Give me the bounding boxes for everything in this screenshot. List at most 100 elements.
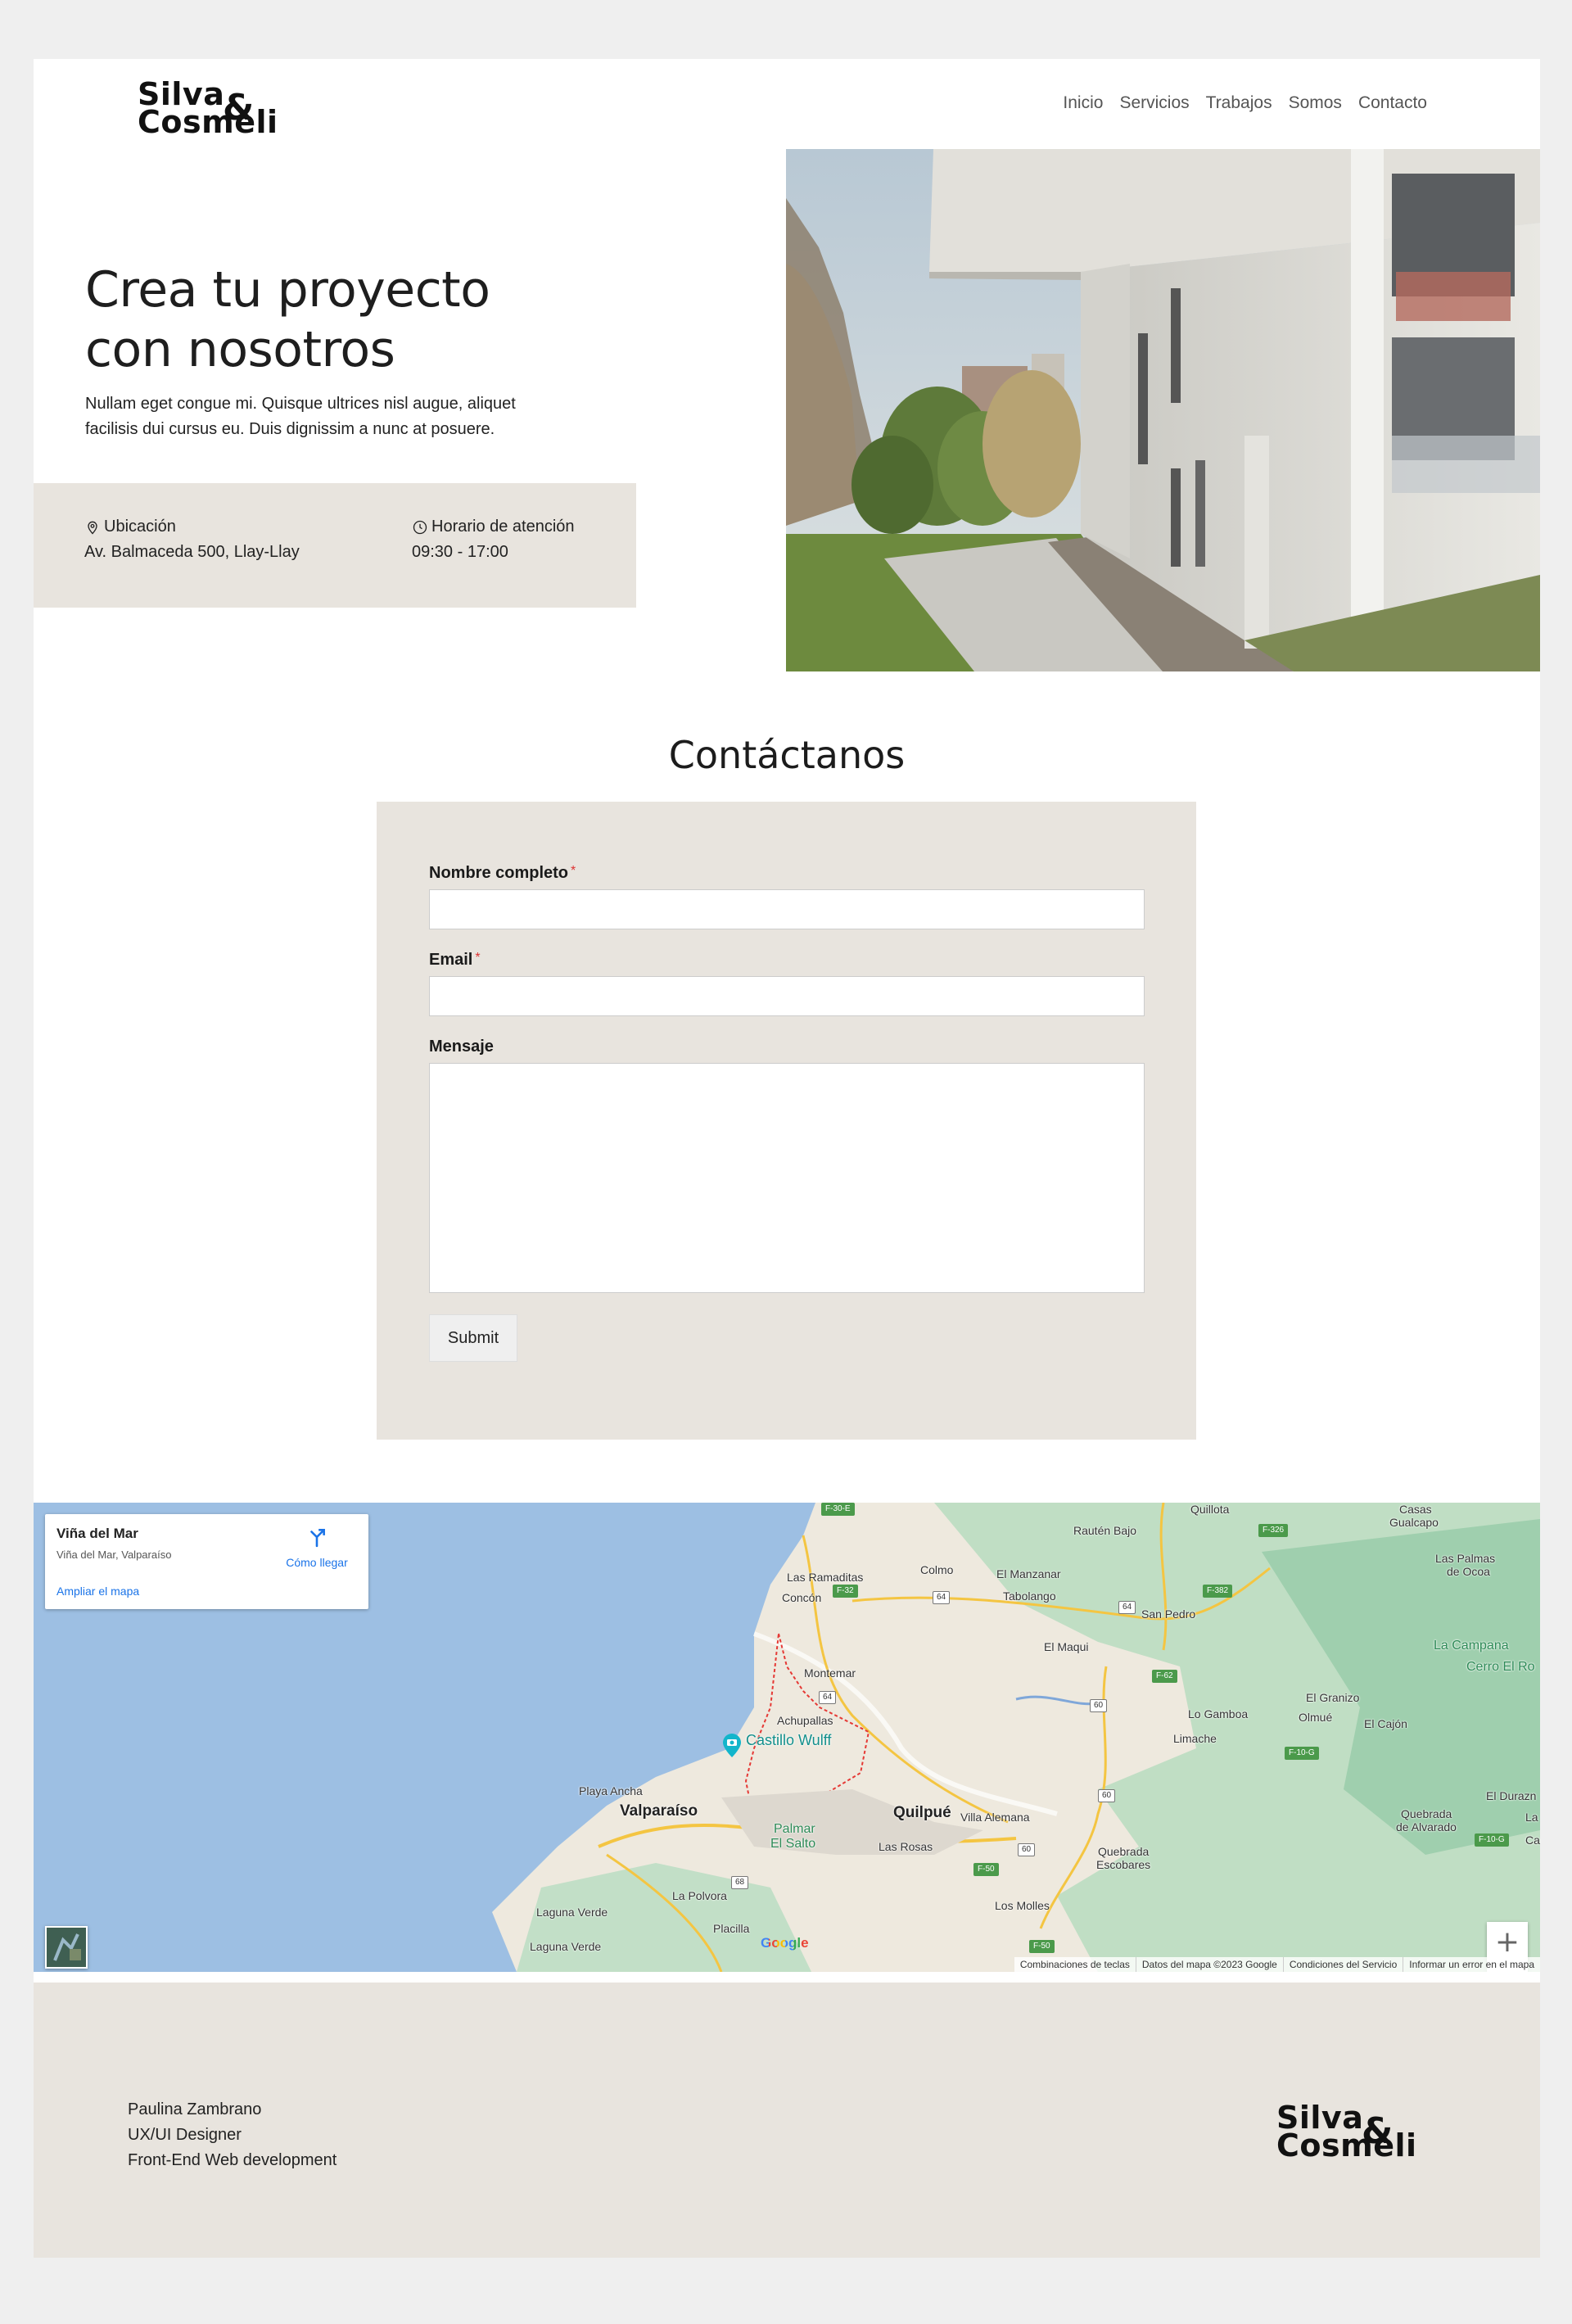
map-label: Montemar (804, 1666, 856, 1680)
map-enlarge-link[interactable]: Ampliar el mapa (56, 1585, 139, 1598)
directions-icon (310, 1529, 325, 1548)
map-label: El Granizo (1306, 1691, 1360, 1704)
header-logo[interactable]: Silva & Cosmeli (138, 79, 278, 140)
name-field[interactable] (429, 889, 1145, 929)
map-label: Los Molles (995, 1899, 1050, 1912)
road-shield: F-62 (1152, 1670, 1177, 1683)
map-label: Quebrada (1098, 1845, 1150, 1858)
message-field[interactable] (429, 1063, 1145, 1293)
map-label: Valparaíso (620, 1802, 698, 1820)
main-nav: Inicio Servicios Trabajos Somos Contacto (1063, 93, 1427, 113)
nav-item-somos[interactable]: Somos (1289, 93, 1342, 113)
message-label: Mensaje (429, 1038, 494, 1056)
road-shield: F-32 (833, 1585, 858, 1598)
hours-value: 09:30 - 17:00 (412, 543, 508, 561)
map-label: El Maqui (1044, 1640, 1089, 1653)
map-label: El Manzanar (996, 1567, 1061, 1580)
map-label: Quebrada (1401, 1807, 1452, 1820)
footer-logo[interactable]: Silva & Cosmeli (1276, 2102, 1417, 2163)
map-attribution-bar: Combinaciones de teclas Datos del mapa ©… (1014, 1957, 1540, 1972)
map-label: Olmué (1299, 1711, 1333, 1724)
google-logo-text: Google (761, 1935, 809, 1951)
required-mark: * (475, 951, 481, 965)
map-label: Cerro El Ro (1466, 1660, 1535, 1674)
map-keyboard-shortcuts-link[interactable]: Combinaciones de teclas (1014, 1957, 1136, 1972)
map-label: Ca (1525, 1833, 1540, 1847)
road-shield: 64 (933, 1591, 951, 1604)
email-label: Email * (429, 951, 481, 970)
castillo-marker-icon[interactable] (721, 1732, 743, 1758)
location-label: Ubicación (104, 518, 176, 536)
name-label: Nombre completo * (429, 864, 576, 883)
clock-icon (413, 520, 427, 534)
page: Silva & Cosmeli Inicio Servicios Trabajo… (34, 59, 1540, 2258)
map-label: Limache (1173, 1732, 1217, 1745)
footer-role-2: Front-End Web development (128, 2151, 337, 2169)
submit-button[interactable]: Submit (429, 1314, 517, 1362)
footer-credits: Paulina Zambrano UX/UI Designer Front-En… (128, 2097, 337, 2173)
message-label-text: Mensaje (429, 1038, 494, 1056)
map-label: Colmo (920, 1563, 954, 1576)
map-place-name: Viña del Mar (56, 1526, 138, 1541)
hours-info: Horario de atención 09:30 - 17:00 (412, 514, 575, 565)
road-shield: 60 (1018, 1843, 1036, 1856)
contact-form: Nombre completo * Email * Mensaje Submit (377, 802, 1196, 1440)
map-label: Gualcapo (1389, 1516, 1439, 1529)
map-label: La Polvora (672, 1889, 727, 1902)
map-label: El Cajón (1364, 1717, 1407, 1730)
road-shield: 60 (1098, 1789, 1116, 1802)
map-label: Achupallas (777, 1714, 833, 1727)
embedded-map[interactable]: Viña del Mar Viña del Mar, Valparaíso Am… (34, 1503, 1540, 1972)
map-terms-link[interactable]: Condiciones del Servicio (1282, 1957, 1403, 1972)
hero-description: Nullam eget congue mi. Quisque ultrices … (85, 395, 516, 438)
map-label: San Pedro (1141, 1607, 1196, 1621)
map-label: Castillo Wulff (746, 1732, 832, 1748)
map-label: Quillota (1190, 1503, 1230, 1516)
road-shield: F-30-E (821, 1503, 855, 1516)
road-shield: 64 (1118, 1601, 1136, 1614)
map-label: Rautén Bajo (1073, 1524, 1137, 1537)
satellite-thumbnail-icon (47, 1928, 86, 1967)
map-satellite-toggle[interactable] (45, 1926, 88, 1969)
map-label: Escobares (1096, 1858, 1151, 1871)
road-shield: 60 (1090, 1699, 1108, 1712)
map-label: de Ocoa (1447, 1565, 1490, 1578)
nav-item-contacto[interactable]: Contacto (1358, 93, 1427, 113)
logo-line2: Cosmeli (1276, 2127, 1417, 2163)
map-label: Playa Ancha (579, 1784, 643, 1797)
hero-title: Crea tu proyecto con nosotros (85, 260, 576, 380)
hero-title-line1: Crea tu proyecto (85, 261, 490, 319)
map-label: Villa Alemana (960, 1811, 1030, 1824)
map-label: de Alvarado (1396, 1820, 1457, 1833)
map-label: Laguna Verde (530, 1940, 602, 1953)
map-directions-button[interactable]: Cómo llegar (276, 1526, 358, 1569)
nav-item-trabajos[interactable]: Trabajos (1206, 93, 1272, 113)
road-shield: F-10-G (1285, 1747, 1319, 1760)
map-label: Las Rosas (879, 1840, 933, 1853)
map-data-credit: Datos del mapa ©2023 Google (1135, 1957, 1283, 1972)
name-label-text: Nombre completo (429, 864, 569, 882)
map-label: El Durazn (1486, 1789, 1537, 1802)
map-directions-label: Cómo llegar (286, 1556, 348, 1569)
map-label: Concón (782, 1591, 822, 1604)
road-shield: 68 (731, 1876, 749, 1889)
footer-author: Paulina Zambrano (128, 2100, 262, 2118)
email-field[interactable] (429, 976, 1145, 1016)
hero-title-line2: con nosotros (85, 321, 395, 378)
map-label: Casas (1399, 1503, 1432, 1516)
road-shield: F-382 (1203, 1585, 1233, 1598)
hours-label: Horario de atención (431, 518, 575, 536)
footer-role-1: UX/UI Designer (128, 2126, 242, 2144)
footer: Paulina Zambrano UX/UI Designer Front-En… (34, 1983, 1540, 2258)
map-label: Palmar (774, 1822, 815, 1836)
nav-item-inicio[interactable]: Inicio (1063, 93, 1103, 113)
logo-line2: Cosmeli (138, 104, 278, 140)
info-box: Ubicación Av. Balmaceda 500, Llay-Llay H… (34, 483, 636, 608)
map-label: Placilla (713, 1922, 750, 1935)
map-label: Laguna Verde (536, 1906, 608, 1919)
map-report-error-link[interactable]: Informar un error en el mapa (1403, 1957, 1540, 1972)
map-label: Tabolango (1003, 1589, 1056, 1603)
google-logo: Google (761, 1935, 809, 1951)
contact-title: Contáctanos (668, 733, 906, 777)
nav-item-servicios[interactable]: Servicios (1119, 93, 1189, 113)
